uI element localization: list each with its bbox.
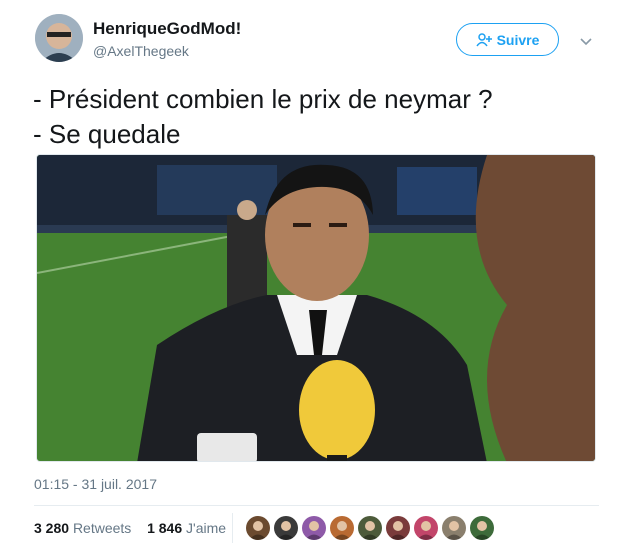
liker-avatar-4[interactable] xyxy=(330,516,354,540)
liker-avatar-6[interactable] xyxy=(386,516,410,540)
liker-avatar-8[interactable] xyxy=(442,516,466,540)
tweet-line: - Président combien le prix de neymar ? xyxy=(33,84,493,114)
avatar[interactable] xyxy=(35,14,83,62)
timestamp[interactable]: 01:15 - 31 juil. 2017 xyxy=(34,476,157,492)
profile-photo-avatar xyxy=(35,14,83,62)
stats-divider xyxy=(232,513,233,543)
follow-button[interactable]: Suivre xyxy=(456,23,559,56)
retweets-stat[interactable]: 3 280 Retweets xyxy=(34,520,135,536)
author-handle[interactable]: @AxelThegeek xyxy=(93,43,189,59)
divider xyxy=(34,505,599,506)
author-name[interactable]: HenriqueGodMod! xyxy=(93,19,241,39)
add-user-icon xyxy=(475,32,492,46)
follow-button-label: Suivre xyxy=(496,31,540,48)
likes-label: J'aime xyxy=(186,520,227,536)
tweet-line: - Se quedale xyxy=(33,119,181,149)
tweet-text: - Président combien le prix de neymar ? … xyxy=(33,82,493,152)
liker-avatar-7[interactable] xyxy=(414,516,438,540)
tweet-media[interactable] xyxy=(36,154,596,462)
tweet-stats: 3 280 Retweets 1 846 J'aime xyxy=(34,520,226,536)
retweets-label: Retweets xyxy=(72,520,132,536)
liker-avatar-5[interactable] xyxy=(358,516,382,540)
photo-interview-stadium xyxy=(37,155,595,461)
liker-avatar-1[interactable] xyxy=(246,516,270,540)
likers-list xyxy=(246,516,494,540)
likes-count: 1 846 xyxy=(147,520,183,536)
retweets-count: 3 280 xyxy=(34,520,70,536)
liker-avatar-9[interactable] xyxy=(470,516,494,540)
liker-avatar-3[interactable] xyxy=(302,516,326,540)
chevron-down-icon[interactable] xyxy=(578,33,594,49)
likes-stat[interactable]: 1 846 J'aime xyxy=(147,520,226,536)
liker-avatar-2[interactable] xyxy=(274,516,298,540)
